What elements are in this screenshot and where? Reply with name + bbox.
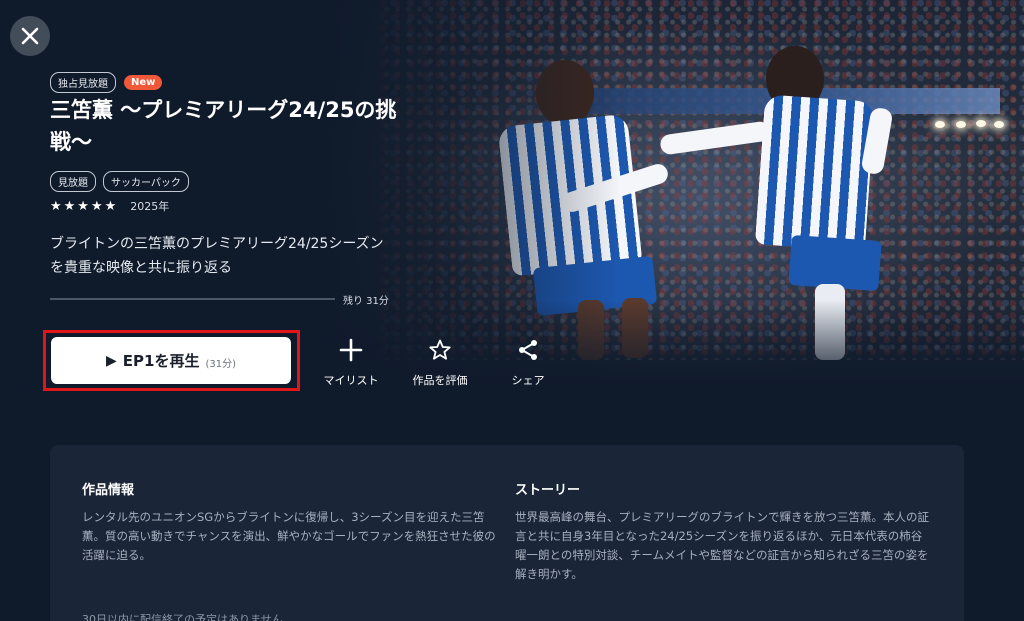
play-duration: (31分)	[205, 358, 236, 370]
close-icon	[21, 27, 39, 45]
mylist-label: マイリスト	[323, 374, 379, 387]
rate-label: 作品を評価	[412, 374, 468, 387]
release-year: 2025年	[130, 200, 170, 213]
badge-row: 独占見放題 New	[50, 72, 163, 93]
availability-note: 30日以内に配信終了の予定はありません	[82, 613, 283, 621]
genre-tag: サッカーパック	[103, 171, 189, 192]
mylist-button[interactable]: マイリスト	[311, 338, 391, 388]
new-badge: New	[124, 75, 163, 90]
info-panel: 作品情報 レンタル先のユニオンSGからブライトンに復帰し、3シーズン目を迎えた三…	[50, 445, 964, 621]
share-icon	[519, 340, 537, 360]
work-info-text: レンタル先のユニオンSGからブライトンに復帰し、3シーズン目を迎えた三笘薫。質の…	[82, 510, 496, 562]
genre-tags: 見放題 サッカーパック	[50, 171, 189, 192]
genre-tag: 見放題	[50, 171, 96, 192]
rating-stars: ★★★★★	[50, 198, 119, 214]
rating-row: ★★★★★ 2025年	[50, 198, 169, 214]
story-heading: ストーリー	[515, 483, 581, 498]
rate-button[interactable]: 作品を評価	[400, 338, 480, 388]
progress-bar	[50, 298, 335, 300]
page-title: 三笘薫 〜プレミアリーグ24/25の挑戦〜	[50, 98, 397, 154]
story-text: 世界最高峰の舞台、プレミアリーグのブライトンで輝きを放つ三笘薫。本人の証言と共に…	[515, 510, 929, 581]
share-button[interactable]: シェア	[488, 338, 568, 388]
close-button[interactable]	[10, 16, 50, 56]
play-button-label: EP1を再生	[122, 352, 200, 370]
share-label: シェア	[511, 374, 545, 387]
remaining-time: 残り 31分	[343, 296, 389, 307]
work-info-heading: 作品情報	[82, 483, 135, 498]
play-icon: ▶	[106, 352, 117, 369]
play-button[interactable]: ▶ EP1を再生 (31分)	[51, 337, 291, 384]
star-icon	[429, 339, 451, 360]
plus-icon	[339, 338, 363, 362]
description: ブライトンの三笘薫のプレミアリーグ24/25シーズンを貴重な映像と共に振り返る	[50, 236, 384, 276]
exclusive-tag: 独占見放題	[50, 72, 116, 93]
work-info-section: 作品情報 レンタル先のユニオンSGからブライトンに復帰し、3シーズン目を迎えた三…	[82, 479, 497, 565]
story-section: ストーリー 世界最高峰の舞台、プレミアリーグのブライトンで輝きを放つ三笘薫。本人…	[515, 479, 930, 584]
